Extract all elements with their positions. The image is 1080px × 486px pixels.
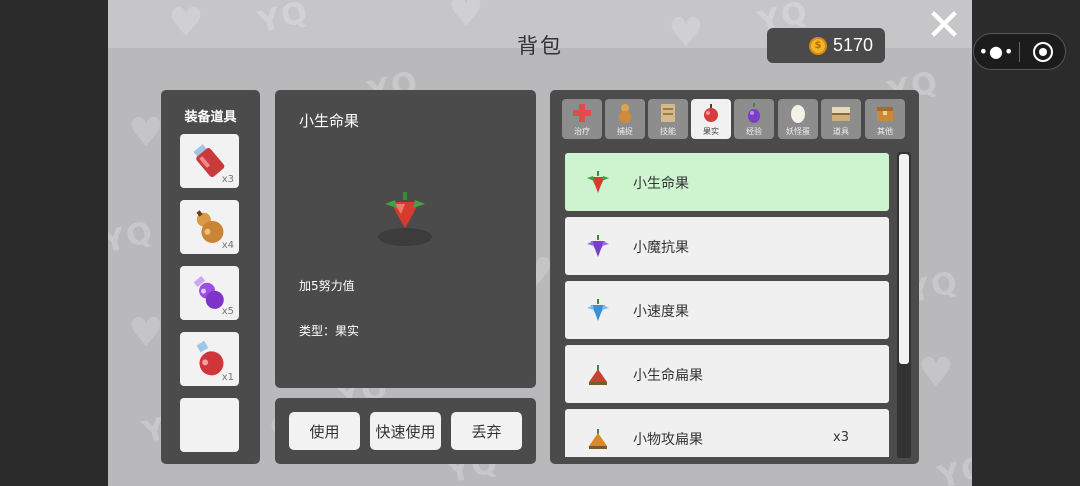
orange-flat-berry-icon [589,429,607,449]
tab-exp[interactable]: 经验 [734,99,774,139]
equip-slot[interactable]: x3 [180,134,239,188]
list-item[interactable]: 小速度果 [565,281,889,339]
slot-quantity: x5 [221,306,234,317]
red-berry-icon [385,192,425,228]
item-name: 小生命扁果 [633,368,703,384]
watermark: YQ [108,214,158,261]
actions-panel: 使用 快速使用 丢弃 [275,398,536,464]
tab-other[interactable]: 其他 [865,99,905,139]
blue-berry-icon [587,299,609,321]
equip-slot[interactable]: x1 [180,332,239,386]
tab-label: 妖怪蛋 [786,127,810,136]
close-icon[interactable]: ✕ [924,4,964,48]
equip-slot-empty[interactable] [180,398,239,452]
quick-use-button[interactable]: 快速使用 [370,412,441,450]
tab-heal[interactable]: 治疗 [562,99,602,139]
item-detail-panel: 小生命果 加5努力值 类型：果实 [275,90,536,388]
item-name: 小物攻扁果 [633,432,703,448]
tab-label: 经验 [746,127,762,136]
coin-counter: $ 5170 [767,28,885,63]
tab-props[interactable]: 道具 [821,99,861,139]
tab-capture[interactable]: 捕捉 [605,99,645,139]
list-item[interactable]: 小魔抗果 [565,217,889,275]
watermark: YQ [934,449,972,486]
equip-slot[interactable]: x4 [180,200,239,254]
tab-label: 捕捉 [617,127,633,136]
list-item[interactable]: 小物攻扁果 x3 [565,409,889,457]
chest-open-icon [821,101,861,125]
heart-decoration: ♥ [918,350,954,396]
slot-quantity: x3 [221,174,234,185]
list-item[interactable]: 小生命扁果 [565,345,889,403]
item-quantity: x3 [833,430,849,445]
box-icon [865,101,905,125]
red-cross-icon [562,101,602,125]
discard-button[interactable]: 丢弃 [451,412,522,450]
heart-decoration: ♥ [128,110,164,156]
use-button[interactable]: 使用 [289,412,360,450]
purple-berry-icon [587,235,609,257]
red-berry-icon [587,171,609,193]
target-icon [1032,41,1053,62]
heart-decoration: ♥ [128,310,164,356]
item-list: 小生命果 小魔抗果 小速度果 小生命扁果 小物攻扁果 x3 [550,150,919,457]
equip-panel: 装备道具 x3 x4 x5 x1 [161,90,260,464]
exit-button[interactable] [1020,41,1065,62]
tab-label: 其他 [877,127,893,136]
list-item[interactable]: 小生命果 [565,153,889,211]
slot-quantity: x1 [221,372,234,383]
detail-item-name: 小生命果 [299,112,360,130]
gourd-icon [605,101,645,125]
scroll-icon [648,101,688,125]
tab-skill[interactable]: 技能 [648,99,688,139]
tab-label: 果实 [703,127,719,136]
equip-panel-title: 装备道具 [184,110,237,125]
item-name: 小魔抗果 [633,240,689,256]
gold-coin-icon: $ [808,36,827,55]
detail-type: 类型：果实 [299,324,360,338]
tab-monster-egg[interactable]: 妖怪蛋 [778,99,818,139]
scrollbar-thumb[interactable] [899,154,909,364]
item-name: 小速度果 [633,304,689,320]
apple-icon [691,101,731,125]
item-name: 小生命果 [633,176,689,192]
coin-value: 5170 [832,35,873,55]
detail-description: 加5努力值 [299,279,355,293]
tab-label: 道具 [833,127,849,136]
tab-label: 技能 [660,127,676,136]
mini-program-capsule: •●• [973,33,1066,70]
tab-label: 治疗 [574,127,590,136]
red-flat-berry-icon [589,365,607,385]
slot-quantity: x4 [221,240,234,251]
grape-icon [734,101,774,125]
tab-fruit[interactable]: 果实 [691,99,731,139]
inventory-list-panel: 治疗 捕捉 技能 果实 经验 妖怪蛋 道具 其他 小生命果 小魔抗果 小速度果 … [550,90,919,464]
egg-icon [778,101,818,125]
more-menu-button[interactable]: •●• [974,42,1019,61]
equip-slot[interactable]: x5 [180,266,239,320]
